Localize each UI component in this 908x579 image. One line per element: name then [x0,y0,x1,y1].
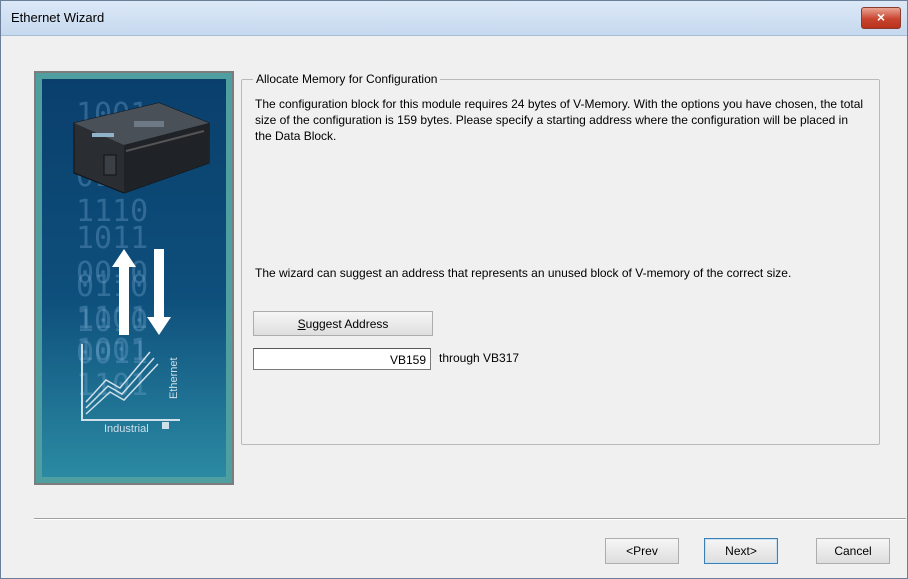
group-title: Allocate Memory for Configuration [253,72,441,86]
wizard-sidebar-image: 1001 0101 0101 1110 1011 0010 0110 1010 … [34,71,234,485]
logo-text-ethernet: Ethernet [168,357,180,399]
ethernet-wizard-window: Ethernet Wizard × 1001 0101 0101 1110 10… [0,0,908,579]
suggest-mnemonic: S [297,317,306,331]
prev-button[interactable]: <Prev [605,538,679,564]
title-bar: Ethernet Wizard × [1,1,907,36]
configuration-description: The configuration block for this module … [255,97,864,143]
logo-text-industrial: Industrial [104,423,149,435]
sidebar-artwork: 1001 0101 0101 1110 1011 0010 0110 1010 … [42,79,226,477]
suggest-label: uggest Address [305,317,389,331]
close-button[interactable]: × [861,7,901,29]
end-address-label: through VB317 [439,351,520,365]
next-button[interactable]: Next> [704,538,778,564]
plc-module-image [73,102,210,194]
window-title: Ethernet Wizard [11,10,105,25]
button-separator [34,518,906,520]
cancel-button[interactable]: Cancel [816,538,890,564]
up-down-arrows-icon [112,249,171,335]
suggest-description: The wizard can suggest an address that r… [255,266,792,280]
suggest-address-button[interactable]: Suggest Address [253,311,433,336]
start-address-input[interactable]: VB159 [253,348,431,370]
